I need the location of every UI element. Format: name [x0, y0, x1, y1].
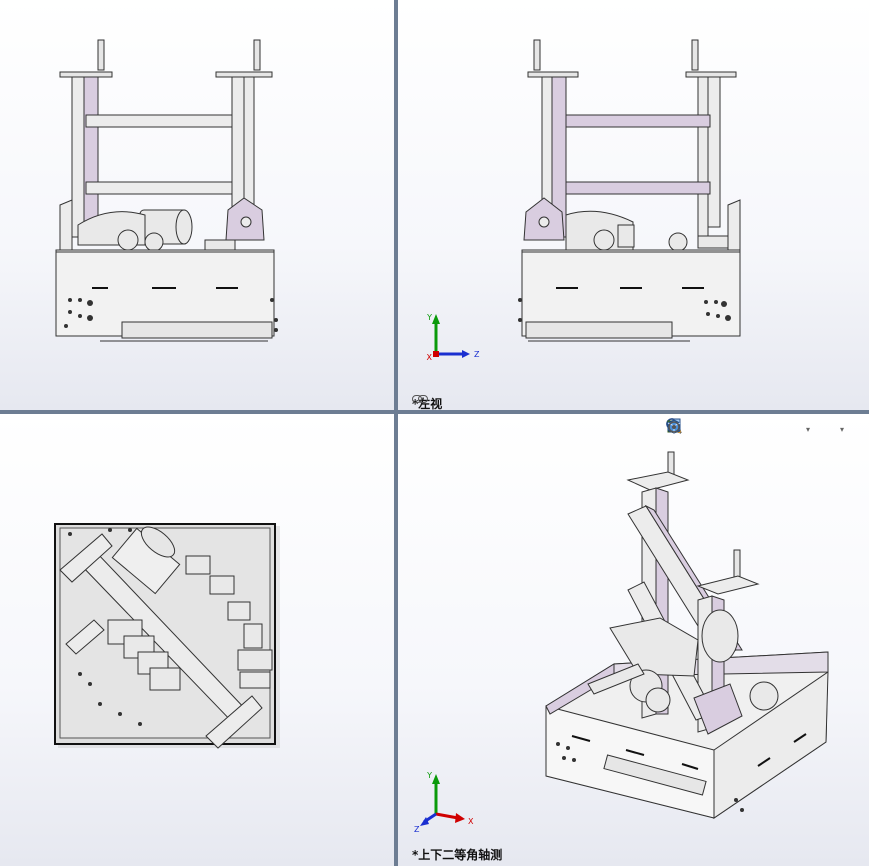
cad-window: Y Z X *左视 ▾ ▾ Y X Z *上下二等角轴测 [0, 0, 869, 866]
viewport-left[interactable]: Y Z X *左视 [398, 0, 869, 410]
viewport-top[interactable] [0, 414, 394, 866]
triad-y-label: Y [426, 313, 432, 322]
viewport-isometric[interactable]: ▾ ▾ Y X Z *上下二等角轴测 [398, 414, 869, 866]
top-view-drawing [54, 523, 280, 749]
front-view-drawing [55, 39, 278, 342]
triad-z-label: Z [474, 350, 480, 359]
link-view-icon[interactable] [412, 395, 428, 403]
viewport-splitter-vertical[interactable] [394, 0, 398, 866]
triad-x-label: X [427, 353, 433, 362]
viewport-splitter-horizontal[interactable] [0, 410, 869, 414]
triad-iso-x-label: X [468, 817, 474, 826]
isometric-view-drawing: Y X Z [414, 451, 829, 834]
viewport-front[interactable] [0, 0, 394, 410]
view-label-isometric: *上下二等角轴测 [412, 846, 502, 863]
coordinate-triad: Y Z X [426, 313, 480, 362]
triad-iso-z-label: Z [414, 825, 420, 834]
view-label-left: *左视 [412, 395, 442, 410]
view-label-isometric-text: *上下二等角轴测 [412, 848, 503, 862]
coordinate-triad-iso: Y X Z [414, 771, 474, 834]
triad-iso-y-label: Y [426, 771, 432, 780]
left-view-drawing: Y Z X [426, 39, 741, 362]
